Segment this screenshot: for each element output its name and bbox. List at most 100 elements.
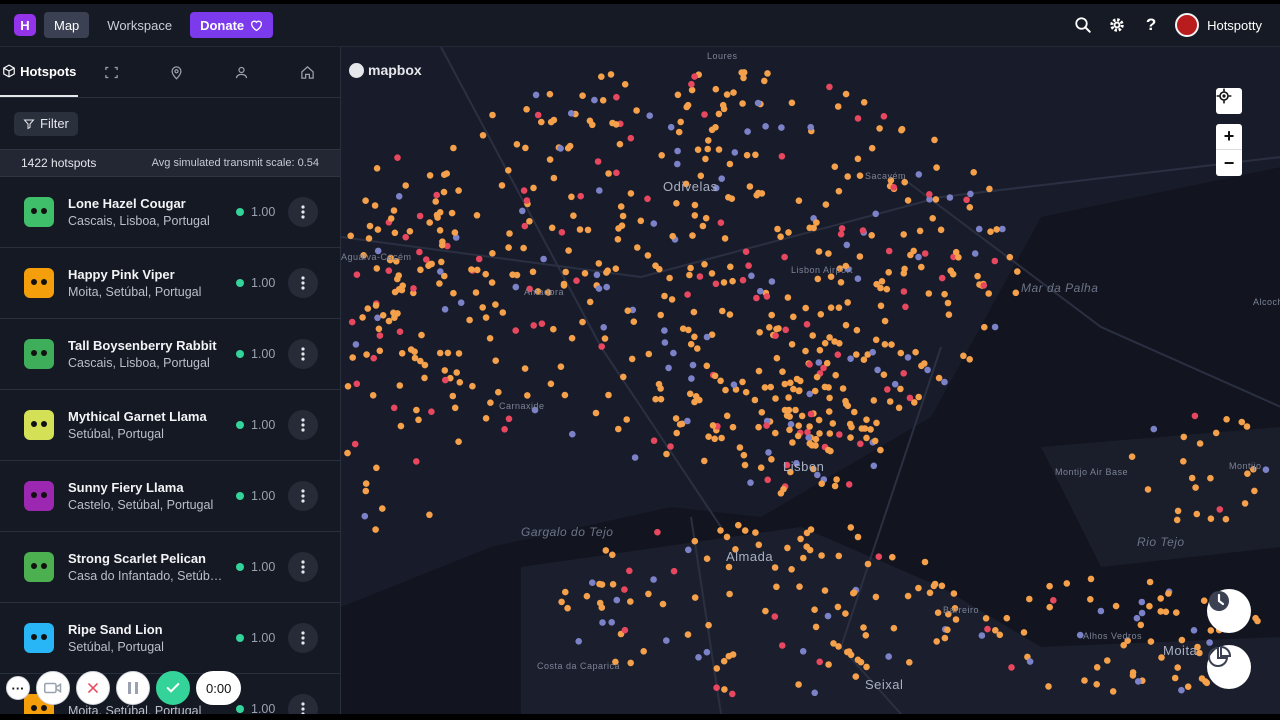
hotspot-marker — [576, 226, 584, 233]
user-avatar[interactable] — [1175, 13, 1200, 37]
filter-button[interactable]: Filter — [14, 111, 78, 136]
hotspot-menu-button[interactable] — [288, 268, 318, 298]
hotspot-marker — [599, 619, 606, 626]
mapbox-attribution[interactable]: mapbox — [349, 62, 422, 78]
hotspot-marker — [394, 154, 401, 161]
hotspot-marker — [811, 606, 818, 613]
hotspot-marker — [349, 354, 356, 361]
zoom-in-button[interactable]: + — [1216, 124, 1242, 150]
hotspot-menu-button[interactable] — [288, 410, 318, 440]
hotspot-name[interactable]: Ripe Sand Lion — [68, 622, 228, 637]
hotspot-marker — [933, 164, 940, 171]
hotspot-marker — [720, 657, 728, 665]
hotspot-marker — [599, 97, 607, 104]
hotspot-marker — [857, 658, 865, 666]
zoom-control: + − — [1216, 124, 1242, 176]
hotspot-marker — [933, 638, 940, 645]
hotspot-name[interactable]: Strong Scarlet Pelican — [68, 551, 228, 566]
donate-button[interactable]: Donate — [190, 12, 274, 38]
map-canvas[interactable] — [341, 47, 1280, 714]
hotspot-list-item[interactable]: Tall Boysenberry Rabbit Cascais, Lisboa, … — [0, 319, 340, 390]
tab-hotspots[interactable]: Hotspots — [0, 47, 79, 97]
hotspot-marker — [450, 289, 457, 297]
hotspot-marker — [723, 412, 731, 420]
nav-map-button[interactable]: Map — [44, 12, 90, 38]
hotspot-marker — [561, 391, 569, 399]
hotspot-name[interactable]: Happy Pink Viper — [68, 267, 228, 282]
hotspot-menu-button[interactable] — [288, 197, 318, 227]
hotspot-list-item[interactable]: Ripe Sand Lion Setúbal, Portugal 1.00 — [0, 603, 340, 674]
hotspot-marker — [411, 354, 419, 362]
map-place-label: Rio Tejo — [1137, 535, 1185, 549]
geolocate-control[interactable] — [1216, 88, 1242, 114]
discard-recording-button[interactable] — [76, 671, 110, 705]
hotspot-marker — [691, 333, 698, 341]
hotspot-marker — [726, 160, 734, 168]
finish-recording-button[interactable] — [156, 671, 190, 705]
hotspot-menu-button[interactable] — [288, 339, 318, 369]
hotspot-marker — [860, 624, 867, 631]
hotspot-marker — [807, 410, 815, 418]
hotspot-marker — [796, 583, 803, 590]
hotspot-name[interactable]: Mythical Garnet Llama — [68, 409, 228, 424]
hotspot-list-item[interactable]: Strong Scarlet Pelican Casa do Infantado,… — [0, 532, 340, 603]
hotspot-marker — [835, 552, 843, 560]
hotspot-marker — [557, 145, 564, 152]
hotspot-marker — [546, 90, 554, 98]
help-icon[interactable]: ? — [1141, 15, 1161, 35]
crosshair-icon[interactable] — [1216, 88, 1242, 114]
camera-toggle-button[interactable] — [36, 671, 70, 705]
stats-button[interactable] — [1207, 645, 1251, 689]
hotspot-name[interactable]: Lone Hazel Cougar — [68, 196, 228, 211]
status-online-icon — [236, 279, 244, 287]
hotspot-marker — [900, 231, 907, 238]
hotspot-marker — [416, 212, 424, 220]
hotspot-menu-button[interactable] — [288, 552, 318, 582]
tab-user[interactable] — [209, 47, 274, 97]
hotspot-marker — [873, 419, 880, 427]
gear-icon[interactable] — [1107, 15, 1127, 35]
hotspot-marker — [806, 440, 814, 447]
hotspot-marker — [584, 226, 592, 234]
tab-location[interactable] — [144, 47, 209, 97]
hotspot-marker — [466, 316, 473, 324]
hotspot-menu-button[interactable] — [288, 623, 318, 653]
map-view[interactable]: mapbox Odivelas Lisbon Lisbon Airport Mar d… — [341, 47, 1280, 714]
pause-recording-button[interactable] — [116, 671, 150, 705]
hotspot-marker — [937, 226, 945, 234]
hotspot-marker — [944, 626, 951, 634]
hotspot-marker — [723, 91, 731, 98]
hotspot-marker — [788, 566, 795, 573]
map-place-label: Montijo — [1229, 461, 1262, 471]
hotspot-marker — [675, 128, 683, 136]
hotspot-list-item[interactable]: Happy Pink Viper Moita, Setúbal, Portugal… — [0, 248, 340, 319]
hotspot-list-item[interactable]: Sunny Fiery Llama Castelo, Setúbal, Portu… — [0, 461, 340, 532]
hotspot-name[interactable]: Sunny Fiery Llama — [68, 480, 228, 495]
hotspot-list-item[interactable]: Lone Hazel Cougar Cascais, Lisboa, Portug… — [0, 177, 340, 248]
hotspot-marker — [935, 374, 943, 382]
history-button[interactable] — [1207, 589, 1251, 633]
hotspotty-logo[interactable]: H — [14, 14, 36, 36]
username[interactable]: Hotspotty — [1207, 18, 1262, 33]
hotspot-marker — [812, 623, 820, 631]
hotspot-marker — [911, 399, 918, 406]
hotspot-menu-button[interactable] — [288, 694, 318, 714]
hotspot-list-item[interactable]: Mythical Garnet Llama Setúbal, Portugal 1.… — [0, 390, 340, 461]
more-options-button[interactable]: ··· — [6, 676, 30, 700]
hotspot-marker — [701, 261, 708, 268]
hotspot-marker — [863, 663, 870, 671]
tab-scan[interactable] — [78, 47, 143, 97]
hotspot-marker — [691, 73, 698, 80]
zoom-out-button[interactable]: − — [1216, 150, 1242, 176]
hotspot-menu-button[interactable] — [288, 481, 318, 511]
map-place-label: Alcochete — [1253, 297, 1280, 307]
hotspot-marker — [469, 382, 476, 390]
nav-workspace-button[interactable]: Workspace — [97, 12, 182, 38]
hotspot-marker — [904, 354, 912, 361]
hotspot-marker — [557, 363, 565, 371]
hotspot-marker — [487, 399, 494, 407]
hotspot-marker — [847, 355, 854, 363]
tab-home[interactable] — [275, 47, 340, 97]
hotspot-name[interactable]: Tall Boysenberry Rabbit — [68, 338, 228, 353]
search-icon[interactable] — [1073, 15, 1093, 35]
